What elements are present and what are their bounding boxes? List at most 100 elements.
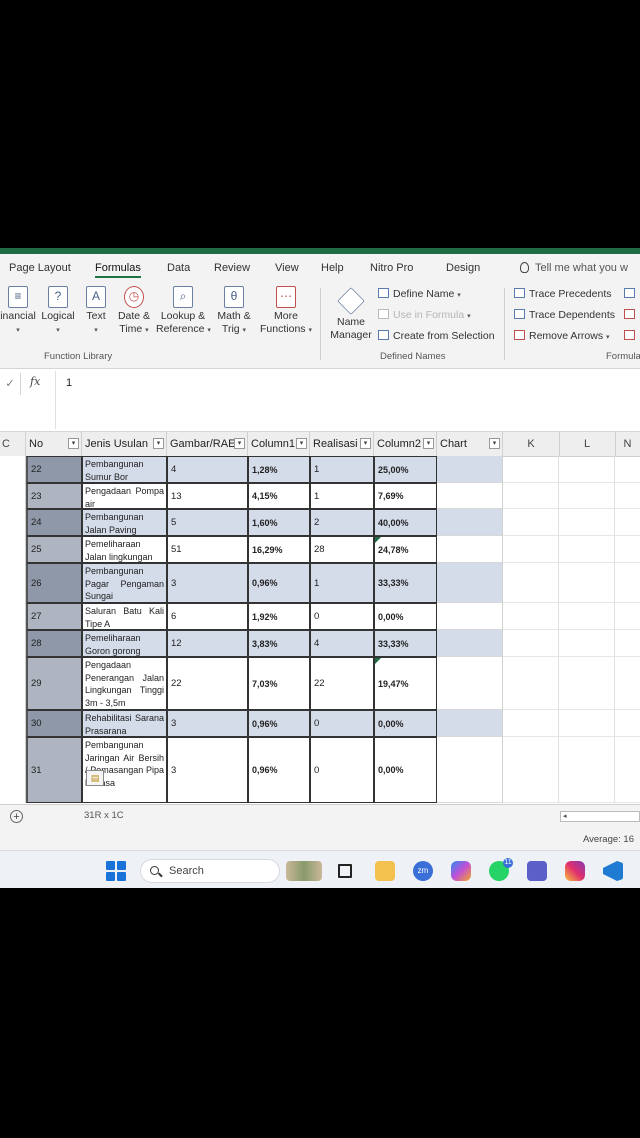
cell-m[interactable] (615, 657, 640, 710)
tab-data[interactable]: Data (167, 262, 190, 274)
cell-m[interactable] (615, 509, 640, 536)
vscode-icon[interactable] (603, 861, 623, 881)
cell-realisasi[interactable]: 0 (310, 710, 374, 737)
date-time-button[interactable]: ◷ Date & Time ▾ (116, 286, 152, 337)
cell-gambar-rab[interactable]: 13 (167, 483, 248, 509)
filter-dropdown-icon[interactable]: ▾ (360, 438, 371, 449)
cell-no[interactable]: 31 (26, 737, 82, 803)
use-in-formula-button[interactable]: Use in Formula ▾ (378, 309, 471, 321)
cell-gambar-rab[interactable]: 3 (167, 563, 248, 603)
cell-column1[interactable]: 0,96% (248, 563, 310, 603)
cell-realisasi[interactable]: 22 (310, 657, 374, 710)
cell-m[interactable] (615, 563, 640, 603)
cell-no[interactable]: 24 (26, 509, 82, 536)
name-box[interactable]: ✓ (0, 373, 21, 395)
cell-realisasi[interactable]: 28 (310, 536, 374, 563)
cell-l[interactable] (559, 630, 615, 657)
col-letter-c[interactable]: C (0, 432, 26, 456)
define-name-button[interactable]: Define Name ▾ (378, 288, 461, 300)
cell-chart[interactable] (437, 483, 503, 509)
cell-chart[interactable] (437, 657, 503, 710)
cell-chart[interactable] (437, 737, 503, 803)
cell-jenis-usulan[interactable]: Pemeliharaan Goron gorong (82, 630, 167, 657)
whatsapp-icon[interactable]: 11 (489, 858, 513, 881)
col-header-gambar[interactable]: Gambar/RAE ▾ (167, 432, 248, 456)
cell-gambar-rab[interactable]: 51 (167, 536, 248, 563)
cell-k[interactable] (503, 509, 559, 536)
cell-column2[interactable]: 7,69% (374, 483, 437, 509)
cell-chart[interactable] (437, 456, 503, 483)
cell-gambar-rab[interactable]: 3 (167, 737, 248, 803)
cell-k[interactable] (503, 710, 559, 737)
cell-column2[interactable]: 25,00% (374, 456, 437, 483)
horizontal-scrollbar[interactable]: ◂ (560, 811, 640, 822)
cell-jenis-usulan[interactable]: Pembangunan Jalan Paving (82, 509, 167, 536)
cell-m[interactable] (615, 536, 640, 563)
cell-column2[interactable]: 33,33% (374, 630, 437, 657)
filter-dropdown-icon[interactable]: ▾ (489, 438, 500, 449)
add-sheet-icon[interactable]: + (10, 810, 23, 823)
cell-column1[interactable]: 1,92% (248, 603, 310, 630)
tab-page-layout[interactable]: Page Layout (9, 262, 71, 274)
cell-column2[interactable]: 0,00% (374, 737, 437, 803)
cell-l[interactable] (559, 536, 615, 563)
evaluate-formula-icon[interactable] (624, 330, 639, 342)
col-letter-m[interactable]: N (615, 432, 640, 456)
cell-column1[interactable]: 0,96% (248, 737, 310, 803)
cell-m[interactable] (615, 603, 640, 630)
cell-no[interactable]: 30 (26, 710, 82, 737)
cell-gambar-rab[interactable]: 3 (167, 710, 248, 737)
cell-column2[interactable]: 24,78% (374, 536, 437, 563)
tab-formulas[interactable]: Formulas (95, 262, 141, 278)
financial-button[interactable]: ≡ inancial ▾ (0, 286, 36, 337)
copilot-icon[interactable] (451, 861, 471, 881)
filter-dropdown-icon[interactable]: ▾ (296, 438, 307, 449)
cell-jenis-usulan[interactable]: Pembangunan Pagar Pengaman Sungai (82, 563, 167, 603)
cell-realisasi[interactable]: 4 (310, 630, 374, 657)
cell-chart[interactable] (437, 563, 503, 603)
tab-design[interactable]: Design (446, 262, 480, 274)
cell-jenis-usulan[interactable]: Saluran Batu Kali Tipe A (82, 603, 167, 630)
formula-input[interactable]: 1 (66, 377, 72, 389)
cell-column1[interactable]: 4,15% (248, 483, 310, 509)
cell-column1[interactable]: 16,29% (248, 536, 310, 563)
trace-dependents-button[interactable]: Trace Dependents (514, 309, 615, 321)
teams-icon[interactable] (527, 861, 547, 881)
math-trig-button[interactable]: θ Math & Trig ▾ (214, 286, 254, 337)
cell-no[interactable]: 28 (26, 630, 82, 657)
name-manager-button[interactable]: Name Manager (328, 287, 374, 342)
cell-k[interactable] (503, 737, 559, 803)
cell-no[interactable]: 29 (26, 657, 82, 710)
col-letter-k[interactable]: K (503, 432, 560, 456)
cell-jenis-usulan[interactable]: Pembangunan Sumur Bor (82, 456, 167, 483)
cell-jenis-usulan[interactable]: Pengadaan Penerangan Jalan Lingkungan Ti… (82, 657, 167, 710)
filter-dropdown-icon[interactable]: ▾ (423, 438, 434, 449)
cell-column2[interactable]: 40,00% (374, 509, 437, 536)
cell-gambar-rab[interactable]: 5 (167, 509, 248, 536)
cell-realisasi[interactable]: 0 (310, 603, 374, 630)
cell-m[interactable] (615, 630, 640, 657)
file-explorer-icon[interactable] (375, 861, 395, 881)
cell-realisasi[interactable]: 1 (310, 563, 374, 603)
cell-k[interactable] (503, 483, 559, 509)
cell-l[interactable] (559, 603, 615, 630)
cell-no[interactable]: 25 (26, 536, 82, 563)
cell-jenis-usulan[interactable]: Pemeliharaan Jalan lingkungan (82, 536, 167, 563)
remove-arrows-button[interactable]: Remove Arrows ▾ (514, 330, 610, 342)
cell-gambar-rab[interactable]: 4 (167, 456, 248, 483)
cell-realisasi[interactable]: 1 (310, 483, 374, 509)
col-letter-l[interactable]: L (559, 432, 616, 456)
cell-l[interactable] (559, 509, 615, 536)
cell-column1[interactable]: 1,28% (248, 456, 310, 483)
col-header-realisasi[interactable]: Realisasi ▾ (310, 432, 374, 456)
cell-l[interactable] (559, 563, 615, 603)
widgets-icon[interactable] (286, 861, 322, 881)
cell-k[interactable] (503, 456, 559, 483)
cell-realisasi[interactable]: 2 (310, 509, 374, 536)
tab-nitro-pro[interactable]: Nitro Pro (370, 262, 413, 274)
cell-k[interactable] (503, 603, 559, 630)
cell-gambar-rab[interactable]: 12 (167, 630, 248, 657)
cell-jenis-usulan[interactable]: Pengadaan Pompa air (82, 483, 167, 509)
task-view-icon[interactable] (338, 864, 352, 878)
tab-view[interactable]: View (275, 262, 299, 274)
